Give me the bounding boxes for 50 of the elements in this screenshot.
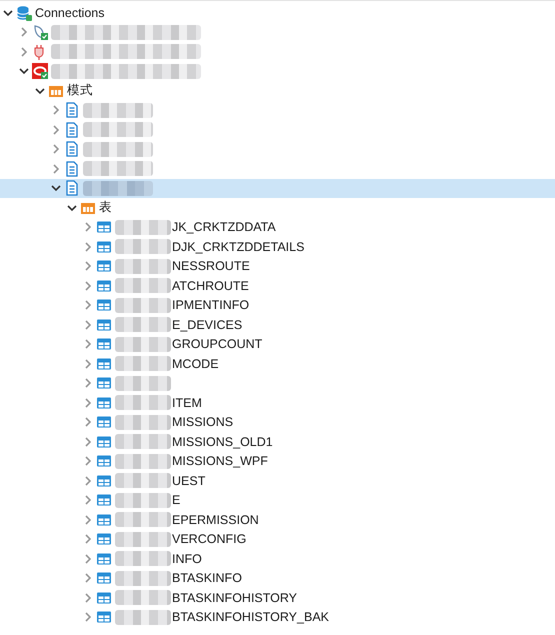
tree-item[interactable]: DJK_CRKTZDDETAILS: [0, 237, 555, 256]
schema-icon: [64, 180, 80, 196]
tree-item[interactable]: 表: [0, 198, 555, 218]
tree-item[interactable]: INFO: [0, 549, 555, 568]
tree-item[interactable]: EPERMISSION: [0, 510, 555, 530]
schema-icon: [64, 122, 80, 138]
tree-item[interactable]: BTASKINFO: [0, 568, 555, 588]
table-icon: [96, 472, 112, 489]
tree-item[interactable]: Connections: [0, 3, 555, 22]
table-icon: [96, 356, 112, 372]
table-icon: [96, 394, 112, 411]
tree-item[interactable]: VERCONFIG: [0, 530, 555, 549]
tree-item[interactable]: JK_CRKTZDDATA: [0, 218, 555, 237]
tree-item[interactable]: MCODE: [0, 354, 555, 374]
table-icon: [96, 531, 112, 548]
tree-item[interactable]: ITEM: [0, 393, 555, 412]
table-icon: [96, 297, 112, 314]
table-icon: [96, 512, 112, 528]
table-icon: [96, 238, 112, 255]
schema-icon: [64, 141, 80, 158]
table-icon: [96, 375, 112, 392]
table-icon: [96, 492, 112, 508]
tree-item[interactable]: E_DEVICES: [0, 315, 555, 334]
table-icon: [96, 434, 112, 450]
tree-item[interactable]: MISSIONS_OLD1: [0, 432, 555, 452]
table-icon: [96, 590, 112, 606]
table-icon: [96, 609, 112, 626]
tree-item[interactable]: ATCHROUTE: [0, 276, 555, 296]
tree-item[interactable]: MISSIONS_WPF: [0, 452, 555, 471]
table-icon: [96, 453, 112, 470]
table-icon: [96, 316, 112, 333]
table-icon: [96, 278, 112, 294]
database-icon: [16, 4, 32, 21]
tree-item[interactable]: BTASKINFOHISTORY_BAK: [0, 608, 555, 627]
tree-item[interactable]: MISSIONS: [0, 412, 555, 432]
tree-item[interactable]: GROUPCOUNT: [0, 334, 555, 354]
tree-item[interactable]: NESSROUTE: [0, 256, 555, 276]
tree-item[interactable]: 模式: [0, 81, 555, 100]
table-icon: [96, 336, 112, 352]
schema-icon: [64, 160, 80, 177]
tree-item[interactable]: UEST: [0, 471, 555, 490]
tree-item[interactable]: E: [0, 490, 555, 510]
table-icon: [96, 414, 112, 430]
table-icon: [96, 258, 112, 274]
table-icon: [96, 570, 112, 586]
schema-icon: [64, 102, 80, 118]
tree-item[interactable]: IPMENTINFO: [0, 296, 555, 315]
tree-item[interactable]: BTASKINFOHISTORY: [0, 588, 555, 608]
table-icon: [96, 219, 112, 236]
table-icon: [96, 550, 112, 567]
